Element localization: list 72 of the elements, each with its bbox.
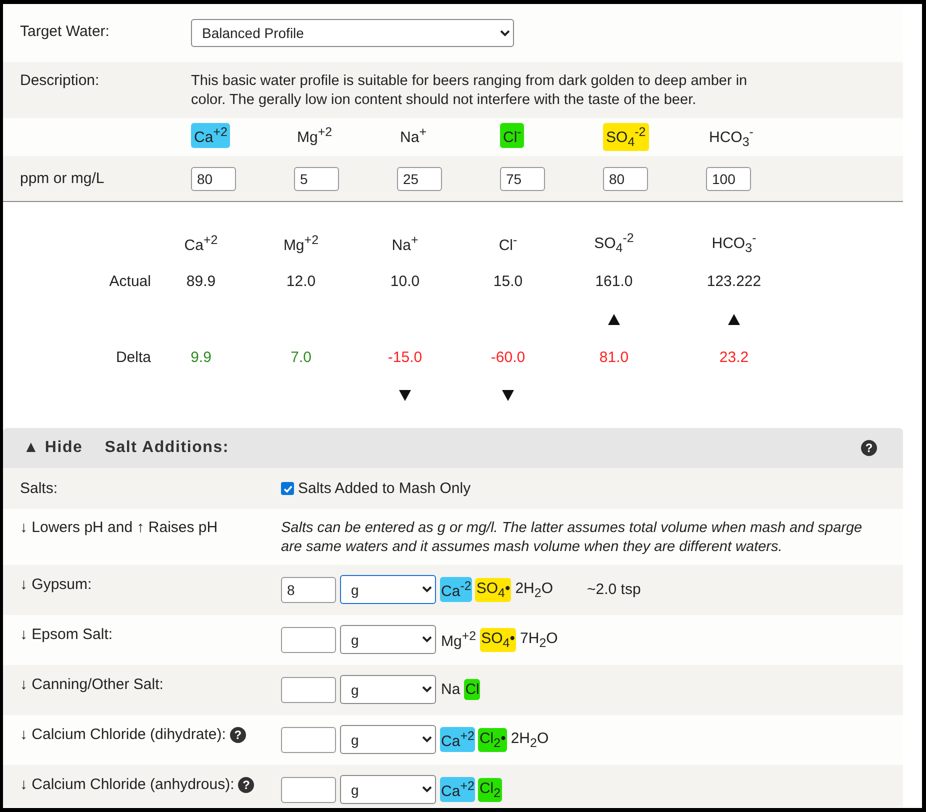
ion-label: Ca$^{+2}$	[191, 123, 230, 148]
amount-input[interactable]	[281, 676, 336, 702]
field-label: Target Water:	[19, 23, 110, 40]
delta-value: 81.0	[598, 348, 630, 366]
field-label: ↓ Lowers pH and ↑ Raises pH	[19, 519, 219, 536]
formula-part: Cl$_{2}$	[478, 778, 502, 802]
formula-part: SO$_{4}$•	[475, 578, 512, 602]
field-label: Salts:	[19, 480, 59, 497]
unit-select[interactable]: g	[340, 625, 436, 654]
help-icon[interactable]: ?	[238, 777, 254, 794]
actual-value: 161.0	[594, 272, 634, 290]
ion-label: Cl$^{-}$	[498, 232, 518, 254]
ion-label: Mg$^{+2}$	[296, 124, 334, 148]
ion-label: Na$^{+}$	[399, 124, 428, 148]
formula-part: 2H$_{2}$O	[514, 578, 554, 602]
amount-input[interactable]: 8	[281, 576, 336, 602]
target-water-select[interactable]: Balanced Profile	[191, 19, 514, 47]
formula-part: 2H$_{2}$O	[510, 728, 550, 752]
salt-label: ↓ Gypsum:	[20, 576, 92, 593]
delta-value: -15.0	[386, 348, 424, 366]
formula-part: Na	[440, 680, 462, 700]
amount-input[interactable]	[281, 776, 336, 802]
formula-part: SO$_{4}$•	[480, 628, 516, 652]
salt-label: ↓ Canning/Other Salt:	[20, 676, 164, 693]
salt-label: ↓ Epsom Salt:	[20, 626, 113, 643]
ion-label: Mg$^{+2}$	[283, 232, 319, 254]
delta-value: -60.0	[490, 348, 526, 366]
row-label: Actual	[108, 272, 151, 290]
mash-only-checkbox[interactable]: Salts Added to Mash Only	[281, 480, 471, 497]
ppm-input[interactable]: 75	[500, 166, 545, 190]
delta-value: 23.2	[718, 348, 750, 366]
formula-part: Ca$^{+2}$	[440, 777, 476, 802]
unit-select[interactable]: g	[340, 775, 436, 804]
formula-part: Cl$_{2}$•	[478, 728, 507, 752]
teaspoon-amount: ~2.0 tsp	[587, 581, 641, 598]
field-label: ppm or mg/L	[19, 170, 106, 187]
unit-select[interactable]: g	[340, 675, 436, 704]
actual-value: 15.0	[492, 272, 524, 290]
formula-part: Mg$^{+2}$	[440, 628, 478, 652]
row-label: Delta	[114, 348, 151, 366]
formula-part: Cl	[464, 679, 480, 700]
ppm-input[interactable]: 100	[706, 166, 751, 190]
help-icon[interactable]: ?	[230, 727, 246, 744]
amount-input[interactable]	[281, 726, 336, 752]
actual-value: 10.0	[389, 272, 421, 290]
salt-label: ↓ Calcium Chloride (anhydrous):	[20, 776, 234, 793]
note-text: Salts can be entered as g or mg/l. The latter assumes total volume when mash and sparge are same waters and it assumes mash volume when they are different waters.	[281, 519, 864, 557]
ppm-input[interactable]: 80	[603, 166, 648, 190]
actual-value: 89.9	[185, 272, 217, 290]
ppm-input[interactable]: 5	[294, 166, 339, 190]
ion-label: Cl$^{-}$	[500, 123, 524, 148]
delta-value: 7.0	[290, 348, 312, 366]
unit-select[interactable]: g	[340, 725, 436, 754]
section-title: Salt Additions:	[104, 439, 230, 457]
field-label: Description:	[19, 72, 100, 89]
ion-label: Na$^{+}$	[392, 232, 418, 254]
formula-part: Ca$^{-2}$	[440, 577, 472, 602]
ppm-input[interactable]: 80	[191, 166, 236, 190]
ppm-input[interactable]: 25	[397, 166, 442, 190]
hide-toggle[interactable]: ▲ Hide	[23, 439, 83, 457]
delta-value: 9.9	[190, 348, 212, 366]
help-icon[interactable]: ?	[861, 440, 877, 456]
formula-part: 7H$_{2}$O	[519, 628, 559, 652]
unit-select[interactable]: g	[340, 575, 436, 604]
amount-input[interactable]	[281, 626, 336, 652]
check-icon	[282, 484, 292, 494]
description-text: This basic water profile is suitable for beers ranging from dark golden to deep amber in color. The gerally low ion content should not interfere with the taste of the beer.	[191, 72, 748, 110]
actual-value: 12.0	[285, 272, 317, 290]
salt-label: ↓ Calcium Chloride (dihydrate):	[20, 726, 226, 743]
formula-part: Ca$^{+2}$	[440, 727, 476, 752]
ion-label: Ca$^{+2}$	[184, 232, 218, 254]
actual-value: 123.222	[706, 272, 762, 290]
